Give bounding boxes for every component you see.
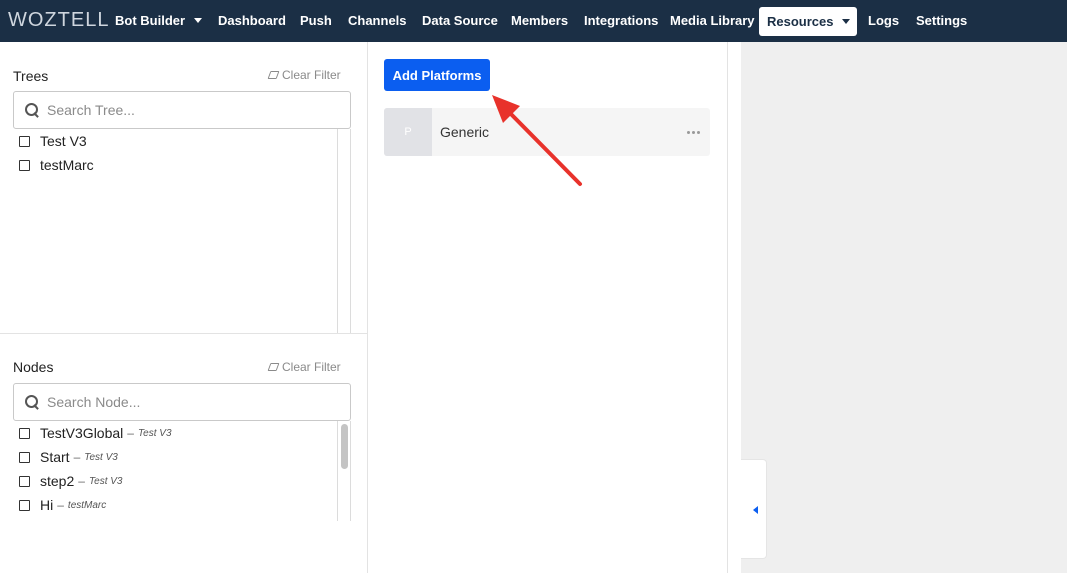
nav-settings[interactable]: Settings <box>916 0 967 42</box>
tree-search <box>13 91 351 129</box>
node-item[interactable]: step2 – Test V3 <box>13 469 351 493</box>
node-list: TestV3Global – Test V3 Start – Test V3 s… <box>13 421 351 517</box>
nav-push[interactable]: Push <box>300 0 332 42</box>
platforms-panel: Add Platforms P Generic <box>368 42 728 573</box>
trees-title: Trees <box>13 68 49 84</box>
left-panel: Trees Clear Filter Test V3 testMarc Node… <box>0 42 368 573</box>
nav-dashboard[interactable]: Dashboard <box>218 0 286 42</box>
checkbox[interactable] <box>19 451 30 463</box>
tree-item[interactable]: testMarc <box>13 153 351 177</box>
tree-list: Test V3 testMarc <box>13 129 351 177</box>
tree-item[interactable]: Test V3 <box>13 129 351 153</box>
checkbox[interactable] <box>19 475 30 487</box>
checkbox[interactable] <box>19 135 30 147</box>
checkbox[interactable] <box>19 427 30 439</box>
woztell-logo[interactable]: WOZTELL <box>8 9 109 32</box>
nav-media-library[interactable]: Media Library <box>670 0 755 42</box>
nav-members[interactable]: Members <box>511 0 568 42</box>
right-canvas <box>741 42 1067 573</box>
node-search <box>13 383 351 421</box>
top-navbar: WOZTELL Bot Builder Dashboard Push Chann… <box>0 0 1067 42</box>
search-icon <box>25 395 39 409</box>
more-options-icon[interactable] <box>687 131 700 134</box>
node-search-input[interactable] <box>47 394 327 410</box>
checkbox[interactable] <box>19 499 30 511</box>
nav-channels[interactable]: Channels <box>348 0 407 42</box>
section-divider <box>0 333 367 334</box>
nodes-title: Nodes <box>13 359 54 375</box>
node-item[interactable]: Start – Test V3 <box>13 445 351 469</box>
checkbox[interactable] <box>19 159 30 171</box>
nav-logs[interactable]: Logs <box>868 0 899 42</box>
nav-data-source[interactable]: Data Source <box>422 0 498 42</box>
node-item[interactable]: Hi – testMarc <box>13 493 351 517</box>
platform-name: Generic <box>440 124 490 140</box>
nav-integrations[interactable]: Integrations <box>584 0 658 42</box>
search-icon <box>25 103 39 117</box>
add-platforms-button[interactable]: Add Platforms <box>384 59 490 91</box>
caret-left-icon <box>753 506 758 514</box>
nav-resources[interactable]: Resources <box>759 7 857 36</box>
tree-search-input[interactable] <box>47 102 327 118</box>
panel-gutter <box>728 42 741 573</box>
panel-toggle-tab[interactable] <box>741 459 767 559</box>
nav-bot-builder[interactable]: Bot Builder <box>115 0 203 42</box>
caret-down-icon <box>842 19 851 24</box>
platform-card[interactable]: P Generic <box>384 108 710 156</box>
eraser-icon <box>268 71 278 79</box>
eraser-icon <box>268 363 278 371</box>
node-item[interactable]: TestV3Global – Test V3 <box>13 421 351 445</box>
nodes-clear-filter[interactable]: Clear Filter <box>268 360 341 374</box>
caret-down-icon <box>194 18 203 23</box>
trees-clear-filter[interactable]: Clear Filter <box>268 68 341 82</box>
platform-thumbnail: P <box>384 108 432 156</box>
